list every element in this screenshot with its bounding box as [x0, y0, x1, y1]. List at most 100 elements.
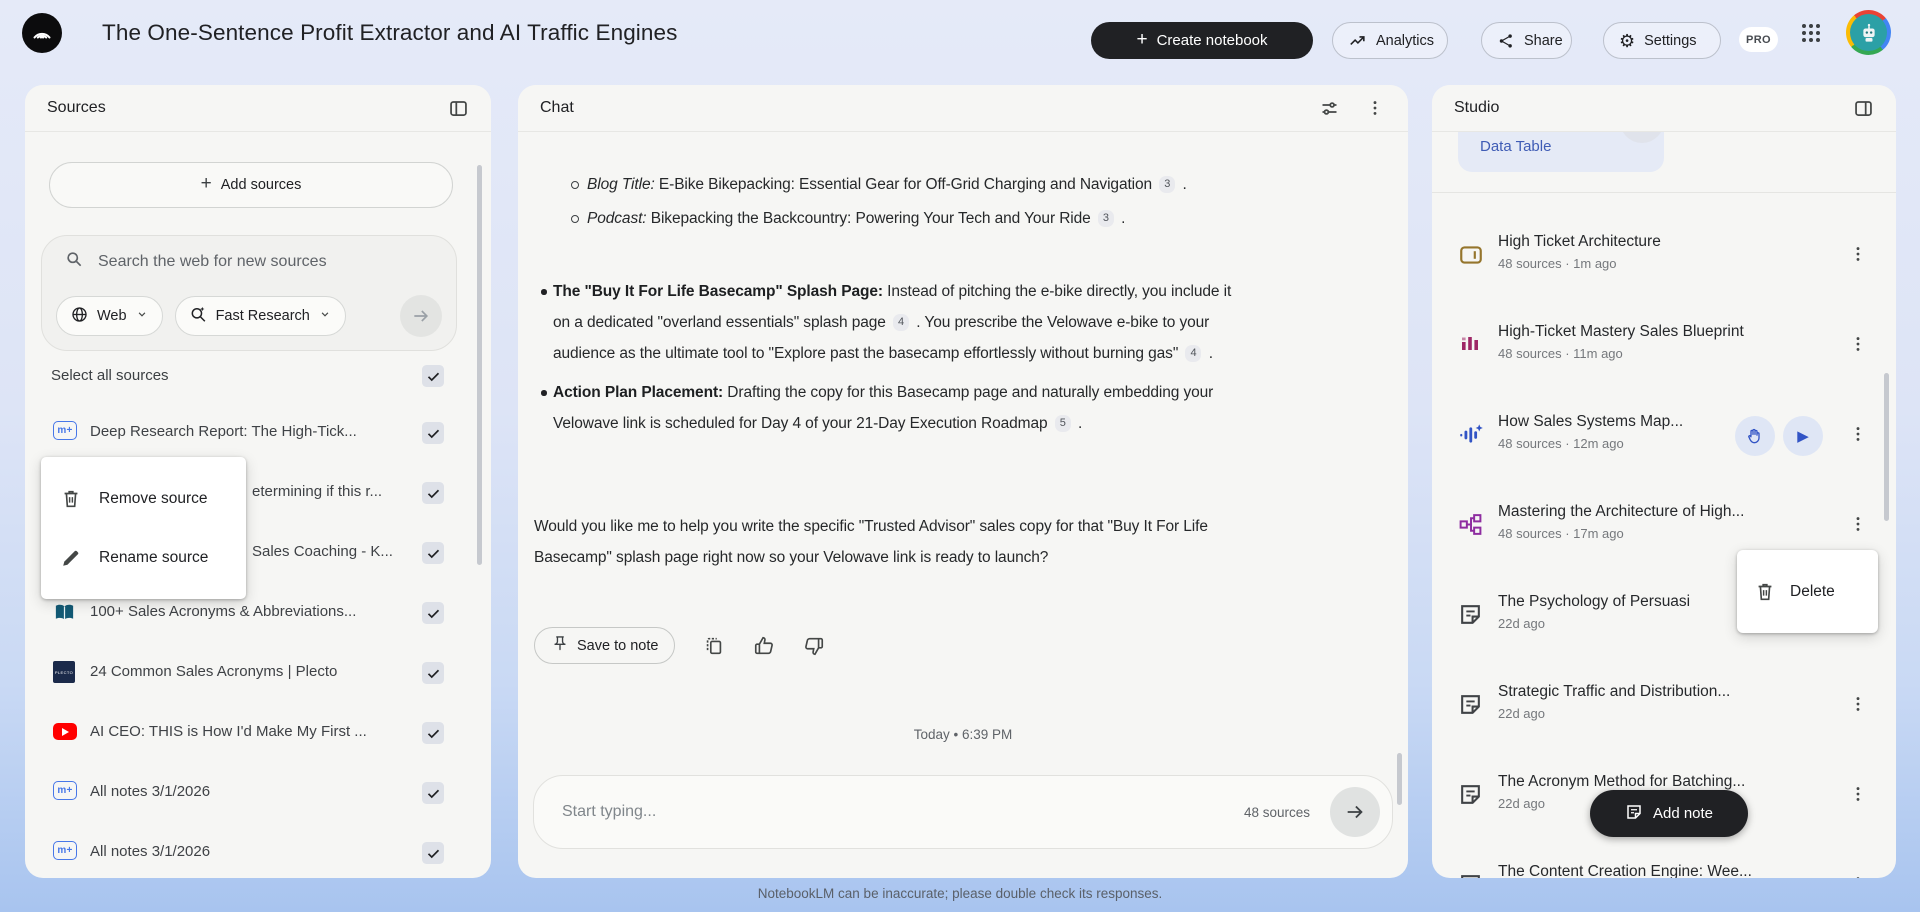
- add-note-label: Add note: [1652, 805, 1714, 822]
- source-title: All notes 3/1/2026: [90, 843, 211, 860]
- remove-source-menu-item[interactable]: Remove source: [41, 469, 246, 528]
- source-checkbox[interactable]: [422, 722, 444, 744]
- waveform-icon: [1458, 422, 1484, 448]
- checkmark-icon: [427, 609, 439, 618]
- more-options-icon[interactable]: [1848, 424, 1872, 448]
- checkmark-icon: [427, 849, 439, 858]
- chat-panel-title: Chat: [540, 99, 574, 116]
- studio-item-title: The Content Creation Engine: Wee...: [1498, 863, 1752, 878]
- source-checkbox[interactable]: [422, 782, 444, 804]
- delete-menu-item[interactable]: Delete: [1737, 550, 1878, 633]
- pencil-icon: [60, 547, 82, 569]
- studio-panel: Studio Data Table High Ticket Architectu…: [1432, 85, 1896, 878]
- sources-panel-header: Sources: [25, 85, 491, 132]
- source-checkbox[interactable]: [422, 662, 444, 684]
- chat-scrollbar[interactable]: [1397, 753, 1402, 805]
- user-avatar[interactable]: [1846, 10, 1891, 55]
- analytics-button[interactable]: Analytics: [1332, 22, 1448, 59]
- play-icon: ▶: [1797, 427, 1809, 445]
- source-checkbox[interactable]: [422, 482, 444, 504]
- arrow-right-icon: [1347, 805, 1363, 819]
- citation-chip[interactable]: 4: [893, 314, 910, 331]
- rename-source-menu-item[interactable]: Rename source: [41, 528, 246, 587]
- studio-item-row[interactable]: High Ticket Architecture 48 sources · 1m …: [1432, 211, 1896, 301]
- sources-scrollbar[interactable]: [477, 165, 482, 565]
- citation-chip[interactable]: 4: [1185, 345, 1202, 362]
- studio-item-meta: 22d ago: [1498, 706, 1545, 721]
- remove-source-label: Remove source: [99, 489, 208, 507]
- checkmark-icon: [427, 669, 439, 678]
- tune-settings-icon[interactable]: [1318, 97, 1340, 119]
- more-options-icon[interactable]: [1848, 694, 1872, 718]
- create-notebook-label: Create notebook: [1156, 32, 1268, 49]
- chat-sub-bullet-list: Blog Title: E-Bike Bikepacking: Essentia…: [571, 169, 1211, 237]
- interactive-mode-button[interactable]: [1735, 416, 1775, 456]
- share-label: Share: [1524, 32, 1563, 49]
- doc-icon: [1458, 782, 1484, 808]
- studio-item-row[interactable]: Strategic Traffic and Distribution... 22d…: [1432, 661, 1896, 751]
- thumbs-up-icon[interactable]: [753, 635, 775, 657]
- add-note-button[interactable]: Add note: [1590, 790, 1748, 837]
- doc-icon: [1458, 872, 1484, 878]
- checkmark-icon: [427, 489, 439, 498]
- apps-grid-icon[interactable]: [1799, 21, 1823, 45]
- more-options-icon[interactable]: [1364, 97, 1386, 119]
- citation-chip[interactable]: 3: [1159, 176, 1176, 193]
- more-options-icon[interactable]: [1848, 334, 1872, 358]
- citation-chip[interactable]: 5: [1054, 415, 1071, 432]
- chat-input[interactable]: Start typing... 48 sources: [533, 775, 1393, 849]
- source-checkbox[interactable]: [422, 842, 444, 864]
- trash-icon: [60, 488, 82, 510]
- source-row[interactable]: m+ All notes 3/1/2026: [25, 763, 491, 823]
- studio-item-meta: 48 sources · 1m ago: [1498, 256, 1617, 271]
- notebooklm-logo-icon[interactable]: [22, 13, 62, 53]
- source-row[interactable]: m+ All notes 3/1/2026: [25, 823, 491, 878]
- play-audio-button[interactable]: ▶: [1783, 416, 1823, 456]
- audio-actions: ▶: [1735, 416, 1823, 456]
- flow-icon: [1458, 512, 1484, 538]
- studio-item-meta: 48 sources · 12m ago: [1498, 436, 1624, 451]
- studio-item-title: High Ticket Architecture: [1498, 233, 1661, 250]
- settings-button[interactable]: ⚙ Settings: [1603, 22, 1721, 59]
- citation-chip[interactable]: 3: [1097, 210, 1114, 227]
- source-checkbox[interactable]: [422, 602, 444, 624]
- rename-source-label: Rename source: [99, 548, 209, 566]
- source-title: AI CEO: THIS is How I'd Make My First ..…: [90, 723, 367, 740]
- source-title: 24 Common Sales Acronyms | Plecto: [90, 663, 338, 680]
- studio-item-row[interactable]: How Sales Systems Map... 48 sources · 12m…: [1432, 391, 1896, 481]
- sources-count-badge: 48 sources: [1243, 804, 1310, 820]
- notebook-title[interactable]: The One-Sentence Profit Extractor and AI…: [102, 0, 677, 66]
- studio-item-list: High Ticket Architecture 48 sources · 1m …: [1432, 85, 1896, 878]
- collapse-panel-icon[interactable]: [1852, 97, 1874, 119]
- chat-bullet: The "Buy It For Life Basecamp" Splash Pa…: [541, 276, 1242, 369]
- thumbs-down-icon[interactable]: [803, 635, 825, 657]
- more-options-icon[interactable]: [1848, 244, 1872, 268]
- source-row[interactable]: AI CEO: THIS is How I'd Make My First ..…: [25, 703, 491, 763]
- frame-icon: [1458, 242, 1484, 268]
- source-checkbox[interactable]: [422, 422, 444, 444]
- source-title: All notes 3/1/2026: [90, 783, 211, 800]
- save-to-note-button[interactable]: Save to note: [534, 627, 676, 664]
- share-button[interactable]: Share: [1481, 22, 1572, 59]
- source-row[interactable]: PLECTO 24 Common Sales Acronyms | Plecto: [25, 643, 491, 703]
- delete-label: Delete: [1790, 582, 1835, 600]
- copy-icon[interactable]: [703, 635, 725, 657]
- source-checkbox[interactable]: [422, 542, 444, 564]
- studio-item-row[interactable]: The Content Creation Engine: Wee...: [1432, 841, 1896, 878]
- studio-item-title: The Acronym Method for Batching...: [1498, 773, 1746, 790]
- more-options-icon[interactable]: [1848, 514, 1872, 538]
- checkmark-icon: [427, 729, 439, 738]
- more-options-icon[interactable]: [1848, 784, 1872, 808]
- collapse-panel-icon[interactable]: [447, 97, 469, 119]
- source-title: Sales Coaching - K...: [252, 543, 393, 560]
- studio-item-title: Mastering the Architecture of High...: [1498, 503, 1745, 520]
- create-notebook-button[interactable]: + Create notebook: [1091, 22, 1313, 59]
- studio-item-row[interactable]: High-Ticket Mastery Sales Blueprint 48 so…: [1432, 301, 1896, 391]
- pin-icon: [551, 635, 569, 657]
- send-button[interactable]: [1330, 787, 1380, 837]
- notebooklm-note-icon: m+: [53, 841, 77, 860]
- more-options-icon[interactable]: [1848, 874, 1872, 878]
- source-row[interactable]: m+ Deep Research Report: The High-Tick...: [25, 403, 491, 463]
- studio-scrollbar[interactable]: [1884, 373, 1889, 521]
- disclaimer: NotebookLM can be inaccurate; please dou…: [757, 886, 1163, 901]
